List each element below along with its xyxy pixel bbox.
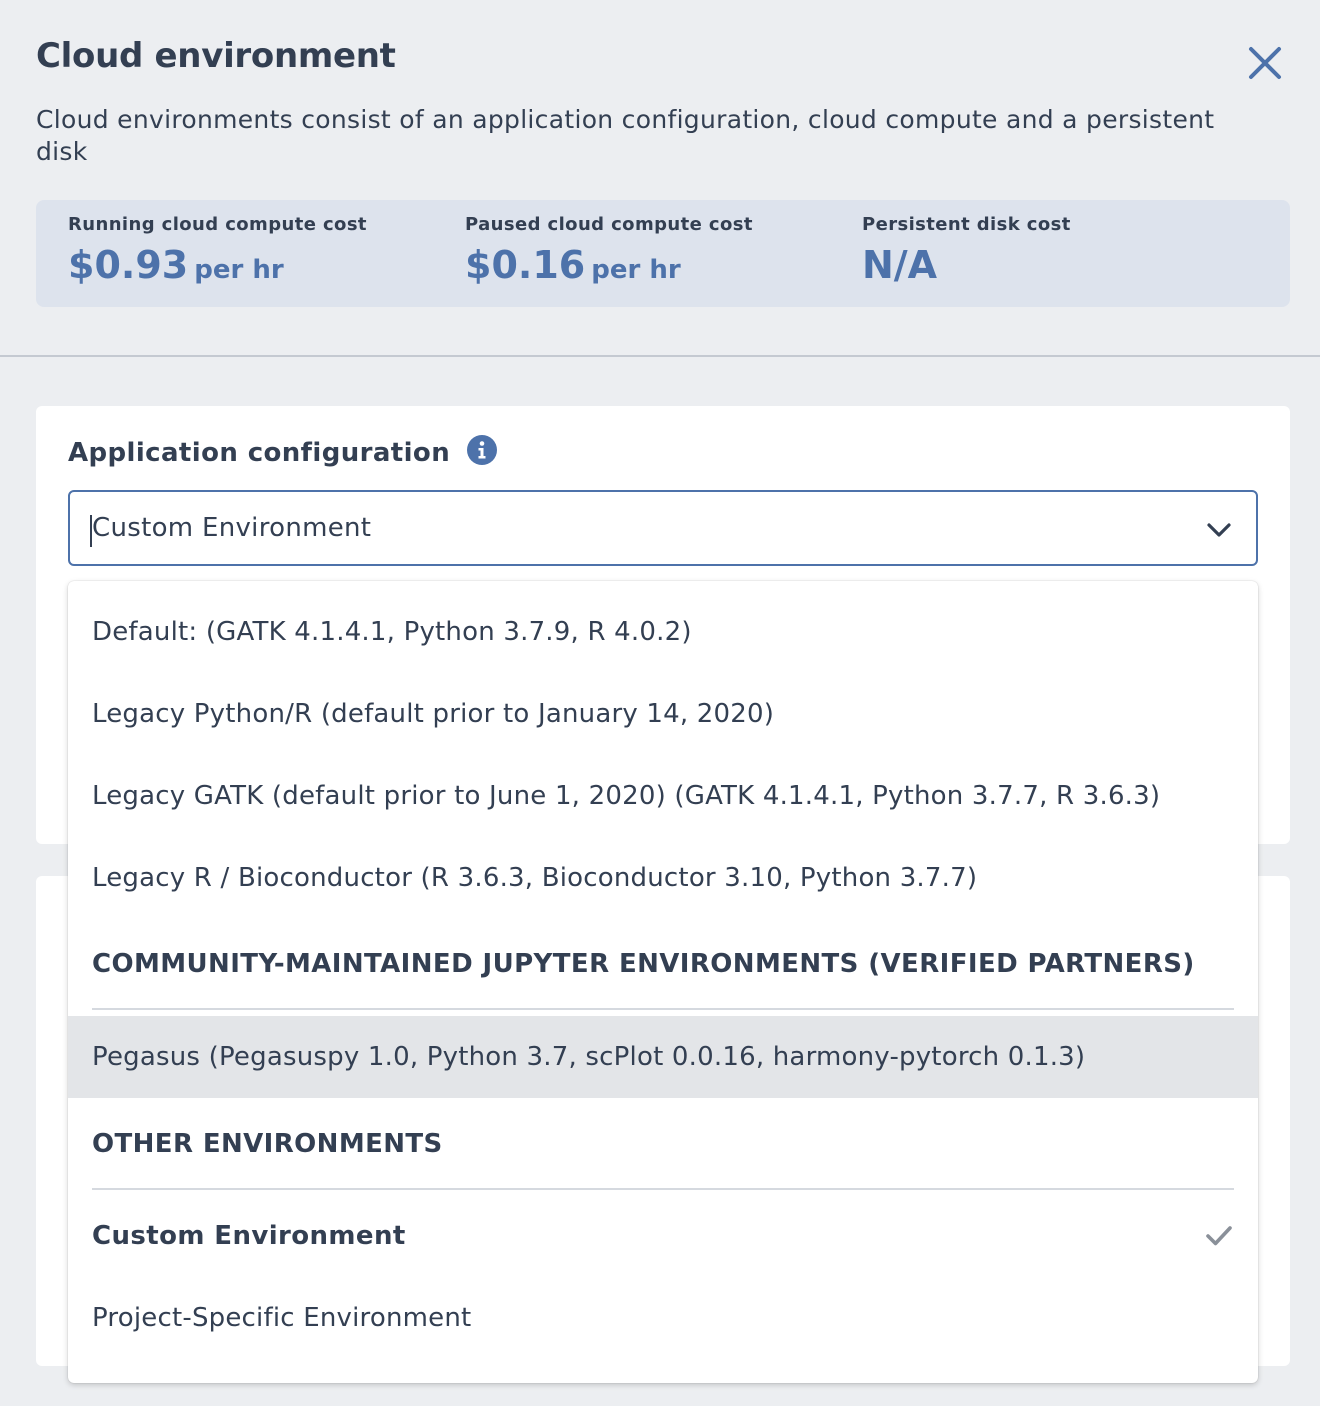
paused-cost: Paused cloud compute cost $0.16 per hr — [465, 214, 753, 287]
text-cursor — [90, 515, 92, 547]
running-cost-label: Running cloud compute cost — [68, 214, 367, 235]
running-cost-unit: per hr — [194, 255, 284, 285]
dropdown-option[interactable]: Legacy Python/R (default prior to Januar… — [68, 673, 1258, 755]
paused-cost-amount: $0.16 — [465, 243, 586, 287]
page-title: Cloud environment — [36, 36, 396, 76]
disk-cost-label: Persistent disk cost — [862, 214, 1071, 235]
dropdown-option[interactable]: Legacy R / Bioconductor (R 3.6.3, Biocon… — [68, 837, 1258, 919]
dropdown-option-pegasus[interactable]: Pegasus (Pegasuspy 1.0, Python 3.7, scPl… — [68, 1016, 1258, 1098]
paused-cost-label: Paused cloud compute cost — [465, 214, 753, 235]
app-config-dropdown-menu: Default: (GATK 4.1.4.1, Python 3.7.9, R … — [68, 581, 1258, 1383]
app-config-select[interactable]: Custom Environment — [68, 490, 1258, 566]
disk-cost-amount: N/A — [862, 243, 938, 287]
header-divider — [0, 355, 1320, 357]
cost-summary-panel: Running cloud compute cost $0.93 per hr P… — [36, 200, 1290, 307]
info-icon[interactable] — [466, 434, 498, 466]
group-header-other: OTHER ENVIRONMENTS — [92, 1129, 443, 1159]
close-button[interactable] — [1242, 40, 1288, 86]
running-cost-amount: $0.93 — [68, 243, 189, 287]
check-icon — [1204, 1222, 1234, 1250]
app-config-select-value[interactable]: Custom Environment — [90, 513, 372, 547]
page-description: Cloud environments consist of an applica… — [36, 105, 1215, 166]
dropdown-option[interactable]: Legacy GATK (default prior to June 1, 20… — [68, 755, 1258, 837]
app-config-label-text: Application configuration — [68, 438, 451, 468]
dropdown-option-project[interactable]: Project-Specific Environment — [68, 1277, 1258, 1359]
app-config-label: Application configuration — [68, 435, 498, 468]
running-cost: Running cloud compute cost $0.93 per hr — [68, 214, 367, 287]
dropdown-option-custom[interactable]: Custom Environment — [68, 1195, 1258, 1277]
dropdown-option[interactable]: Default: (GATK 4.1.4.1, Python 3.7.9, R … — [68, 591, 1258, 673]
group-header-community: COMMUNITY-MAINTAINED JUPYTER ENVIRONMENT… — [92, 949, 1195, 979]
group-divider — [92, 1188, 1234, 1190]
close-icon — [1249, 47, 1281, 79]
app-config-selected-text: Custom Environment — [92, 513, 372, 543]
chevron-down-icon[interactable] — [1204, 516, 1234, 544]
disk-cost: Persistent disk cost N/A — [862, 214, 1071, 287]
dropdown-option-custom-label: Custom Environment — [92, 1221, 406, 1251]
group-divider — [92, 1008, 1234, 1010]
paused-cost-unit: per hr — [591, 255, 681, 285]
